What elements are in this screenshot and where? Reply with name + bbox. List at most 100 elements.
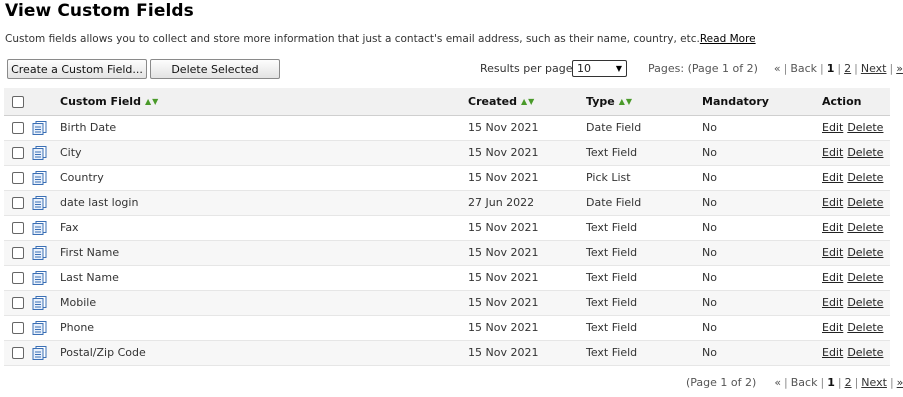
table-header-row: Custom Field ▲▼ Created ▲▼ Type ▲▼ Mandator… — [4, 88, 890, 115]
mandatory-value: No — [702, 321, 717, 334]
page-2-link[interactable]: 2 — [845, 376, 852, 389]
delete-link[interactable]: Delete — [847, 246, 883, 259]
first-page-icon: « — [773, 62, 781, 75]
field-type: Text Field — [586, 146, 638, 159]
delete-link[interactable]: Delete — [847, 346, 883, 359]
document-icon — [32, 145, 47, 160]
sort-arrows-icon[interactable]: ▲▼ — [521, 97, 535, 106]
mandatory-value: No — [702, 121, 717, 134]
document-icon — [32, 120, 47, 135]
field-name: First Name — [60, 246, 120, 259]
first-page-icon: « — [774, 376, 782, 389]
field-name: Mobile — [60, 296, 97, 309]
next-page-link[interactable]: Next — [861, 376, 887, 389]
edit-link[interactable]: Edit — [822, 121, 843, 134]
edit-link[interactable]: Edit — [822, 196, 843, 209]
delete-link[interactable]: Delete — [847, 271, 883, 284]
delete-link[interactable]: Delete — [847, 121, 883, 134]
edit-link[interactable]: Edit — [822, 296, 843, 309]
delete-link[interactable]: Delete — [847, 321, 883, 334]
edit-link[interactable]: Edit — [822, 246, 843, 259]
edit-link[interactable]: Edit — [822, 146, 843, 159]
sort-arrows-icon[interactable]: ▲▼ — [145, 97, 159, 106]
row-checkbox[interactable] — [12, 122, 24, 134]
document-icon — [32, 195, 47, 210]
chevron-down-icon: ▼ — [615, 64, 622, 73]
row-checkbox[interactable] — [12, 222, 24, 234]
document-icon — [32, 345, 47, 360]
table-row: Fax 15 Nov 2021 Text Field No Edit Delete — [4, 215, 890, 240]
field-type: Text Field — [586, 296, 638, 309]
field-name: Birth Date — [60, 121, 117, 134]
edit-link[interactable]: Edit — [822, 221, 843, 234]
intro-description: Custom fields allows you to collect and … — [5, 33, 700, 45]
delete-link[interactable]: Delete — [847, 296, 883, 309]
row-checkbox[interactable] — [12, 272, 24, 284]
document-icon — [32, 270, 47, 285]
header-created[interactable]: Created ▲▼ — [468, 88, 586, 115]
row-checkbox[interactable] — [12, 297, 24, 309]
delete-link[interactable]: Delete — [847, 171, 883, 184]
page: View Custom Fields Custom fields allows … — [0, 0, 903, 397]
results-per-page-label: Results per page: — [480, 62, 577, 75]
header-type[interactable]: Type ▲▼ — [586, 88, 702, 115]
next-page-link[interactable]: Next — [861, 62, 887, 75]
intro-text: Custom fields allows you to collect and … — [5, 33, 756, 45]
table-row: City 15 Nov 2021 Text Field No Edit Delete — [4, 140, 890, 165]
document-icon — [32, 320, 47, 335]
field-type: Text Field — [586, 221, 638, 234]
row-checkbox[interactable] — [12, 147, 24, 159]
back-label: Back — [790, 376, 818, 389]
current-page: 1 — [827, 376, 835, 389]
read-more-link[interactable]: Read More — [700, 33, 756, 45]
row-checkbox[interactable] — [12, 322, 24, 334]
last-page-link[interactable]: » — [897, 376, 903, 389]
back-label: Back — [790, 62, 818, 75]
header-custom-field[interactable]: Custom Field ▲▼ — [60, 88, 468, 115]
row-checkbox[interactable] — [12, 197, 24, 209]
results-per-page-select[interactable]: 10 ▼ — [572, 60, 627, 77]
sort-arrows-icon[interactable]: ▲▼ — [619, 97, 633, 106]
current-page: 1 — [826, 62, 835, 75]
last-page-link[interactable]: » — [896, 62, 903, 75]
mandatory-value: No — [702, 246, 717, 259]
table-row: Phone 15 Nov 2021 Text Field No Edit Delete — [4, 315, 890, 340]
row-checkbox[interactable] — [12, 247, 24, 259]
mandatory-value: No — [702, 171, 717, 184]
created-date: 15 Nov 2021 — [468, 296, 539, 309]
edit-link[interactable]: Edit — [822, 346, 843, 359]
created-date: 27 Jun 2022 — [468, 196, 535, 209]
delete-link[interactable]: Delete — [847, 146, 883, 159]
row-checkbox[interactable] — [12, 172, 24, 184]
select-all-checkbox[interactable] — [12, 95, 24, 108]
field-name: Last Name — [60, 271, 119, 284]
document-icon — [32, 245, 47, 260]
page-2-link[interactable]: 2 — [844, 62, 851, 75]
table-row: date last login 27 Jun 2022 Date Field No Ed… — [4, 190, 890, 215]
results-per-page-value: 10 — [577, 62, 591, 75]
document-icon — [32, 170, 47, 185]
field-type: Text Field — [586, 321, 638, 334]
row-checkbox[interactable] — [12, 347, 24, 359]
field-type: Pick List — [586, 171, 631, 184]
delete-link[interactable]: Delete — [847, 196, 883, 209]
field-name: date last login — [60, 196, 139, 209]
created-date: 15 Nov 2021 — [468, 121, 539, 134]
pager-top: Pages: (Page 1 of 2) «| Back | 1 | 2 | Next |» — [648, 62, 903, 75]
create-custom-field-button[interactable]: Create a Custom Field... — [7, 59, 147, 79]
edit-link[interactable]: Edit — [822, 271, 843, 284]
edit-link[interactable]: Edit — [822, 321, 843, 334]
field-name: City — [60, 146, 82, 159]
mandatory-value: No — [702, 146, 717, 159]
delete-link[interactable]: Delete — [847, 221, 883, 234]
table-row: Mobile 15 Nov 2021 Text Field No Edit Delete — [4, 290, 890, 315]
created-date: 15 Nov 2021 — [468, 246, 539, 259]
edit-link[interactable]: Edit — [822, 171, 843, 184]
table-row: Birth Date 15 Nov 2021 Date Field No Edit Del… — [4, 115, 890, 140]
pager-info: Pages: (Page 1 of 2) — [648, 62, 758, 75]
mandatory-value: No — [702, 196, 717, 209]
header-mandatory: Mandatory — [702, 94, 769, 108]
delete-selected-button[interactable]: Delete Selected — [150, 59, 280, 79]
field-type: Date Field — [586, 196, 642, 209]
table-row: Last Name 15 Nov 2021 Text Field No Edit Dele… — [4, 265, 890, 290]
